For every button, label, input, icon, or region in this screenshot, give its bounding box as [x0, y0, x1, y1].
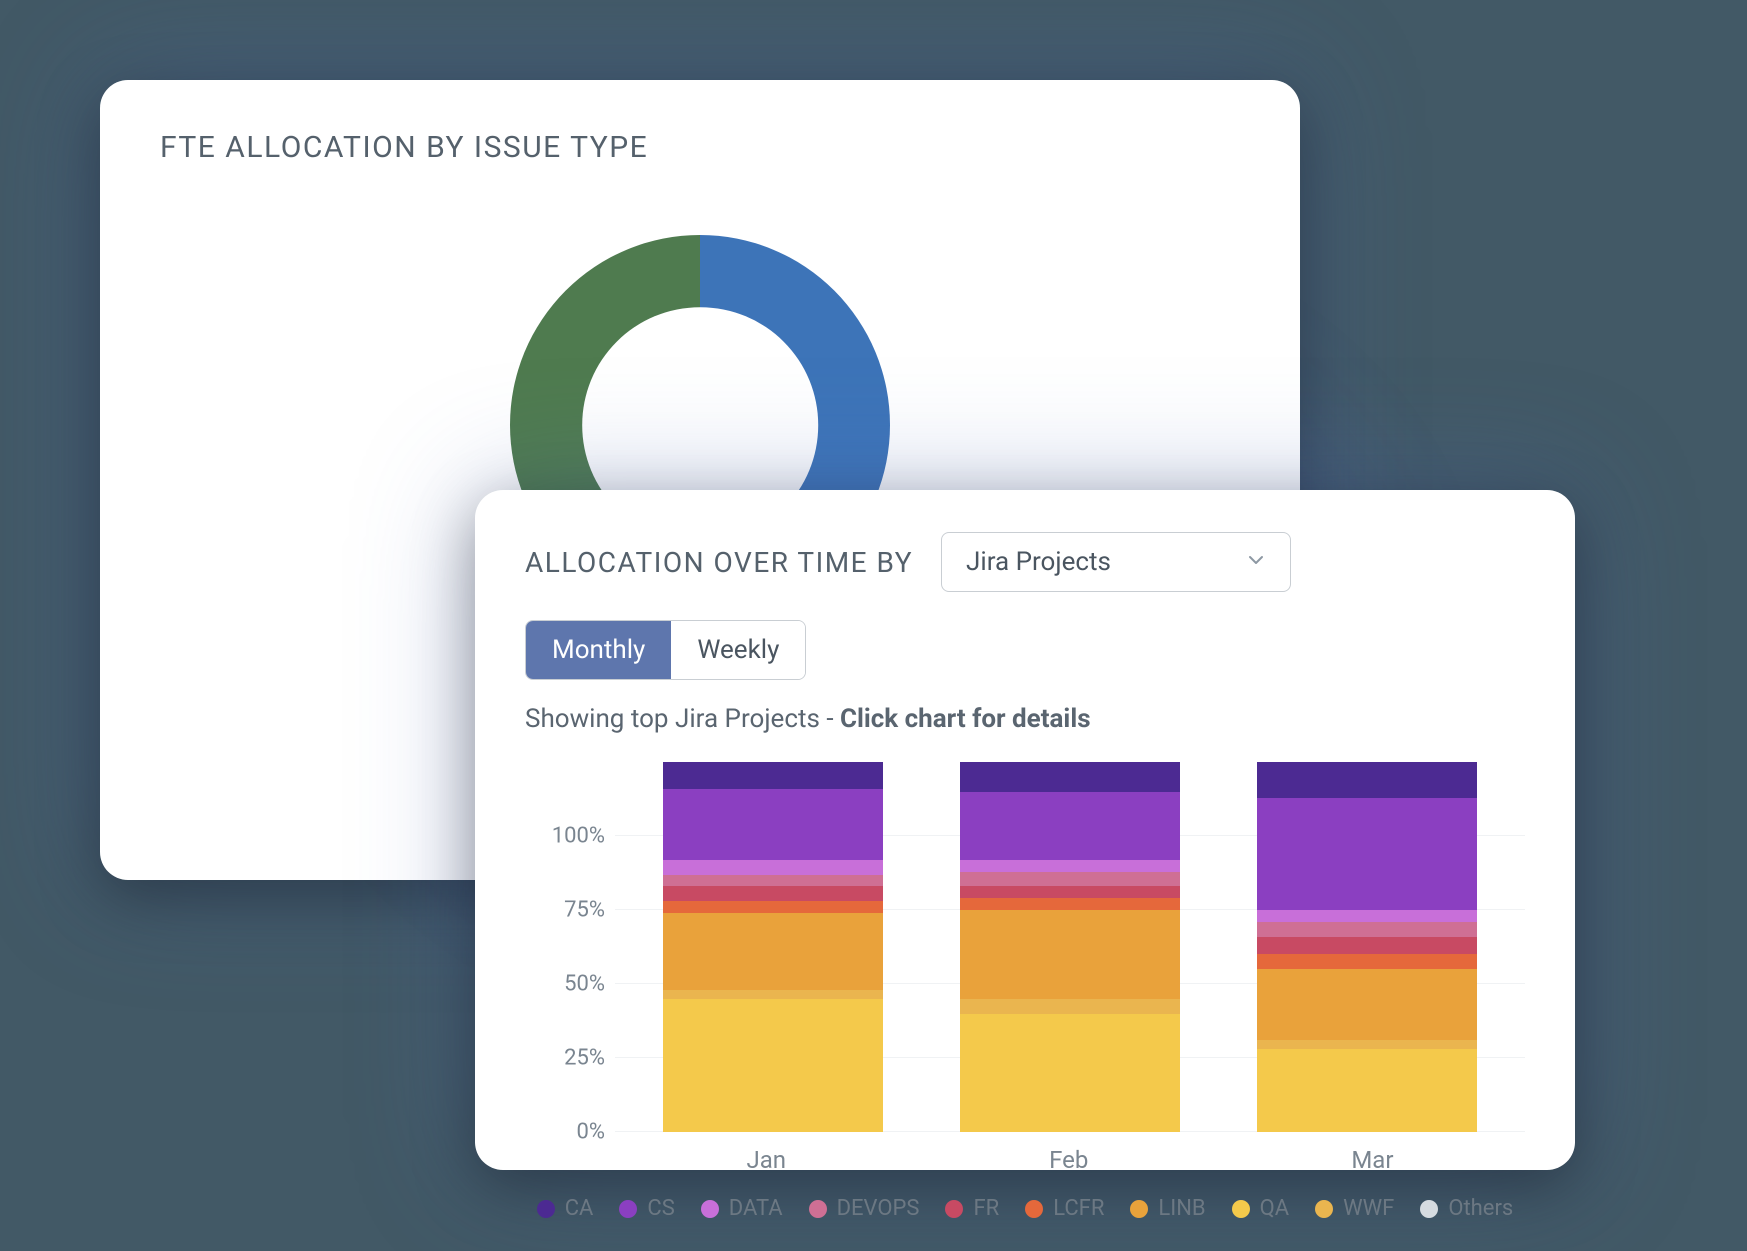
bar-segment-wwf — [1257, 1040, 1477, 1049]
legend-label: CA — [565, 1196, 594, 1221]
bar-mar[interactable] — [1257, 762, 1477, 1132]
legend-item-lcfr[interactable]: LCFR — [1025, 1196, 1104, 1221]
legend-label: FR — [973, 1196, 999, 1221]
legend-swatch — [619, 1200, 637, 1218]
card2-legend: CA CS DATA DEVOPS FR LCFR LINB QA WWF Others — [525, 1196, 1525, 1221]
legend-label: Others — [1448, 1196, 1513, 1221]
bar-segment-wwf — [960, 999, 1180, 1014]
bar-segment-data — [960, 860, 1180, 872]
bar-segment-cs — [960, 792, 1180, 860]
legend-label: DATA — [729, 1196, 783, 1221]
bar-segment-data — [663, 860, 883, 875]
chevron-down-icon — [1246, 547, 1266, 577]
card2-title: ALLOCATION OVER TIME BY — [525, 546, 913, 579]
toggle-weekly[interactable]: Weekly — [671, 621, 805, 679]
bars-area — [615, 762, 1525, 1132]
y-axis: 0%25%50%75%100% — [525, 762, 615, 1132]
legend-item-linb[interactable]: LINB — [1130, 1196, 1205, 1221]
card1-title: FTE ALLOCATION BY ISSUE TYPE — [160, 130, 1240, 165]
bar-segment-ca — [663, 762, 883, 789]
bar-segment-qa — [663, 999, 883, 1132]
bar-segment-lcfr — [663, 901, 883, 913]
stacked-bar-chart[interactable]: 0%25%50%75%100% — [525, 762, 1525, 1132]
legend-item-ca[interactable]: CA — [537, 1196, 594, 1221]
legend-swatch — [809, 1200, 827, 1218]
y-tick-label: 0% — [577, 1120, 605, 1145]
legend-label: LINB — [1158, 1196, 1205, 1221]
subtitle-bold: Click chart for details — [840, 704, 1091, 734]
bar-segment-fr — [1257, 937, 1477, 955]
x-tick-label: Jan — [747, 1146, 787, 1174]
time-granularity-toggle: Monthly Weekly — [525, 620, 806, 680]
legend-item-wwf[interactable]: WWF — [1315, 1196, 1394, 1221]
legend-swatch — [1130, 1200, 1148, 1218]
bar-segment-fr — [663, 886, 883, 901]
legend-item-data[interactable]: DATA — [701, 1196, 783, 1221]
bar-jan[interactable] — [663, 762, 883, 1132]
y-tick-label: 50% — [564, 972, 605, 997]
dimension-select-value: Jira Projects — [966, 547, 1111, 577]
bar-segment-linb — [960, 910, 1180, 999]
legend-label: CS — [647, 1196, 674, 1221]
bar-segment-lcfr — [960, 898, 1180, 910]
y-tick-label: 100% — [552, 824, 605, 849]
legend-item-others[interactable]: Others — [1420, 1196, 1513, 1221]
legend-label: DEVOPS — [837, 1196, 920, 1221]
bar-segment-qa — [960, 1014, 1180, 1132]
bar-segment-fr — [960, 886, 1180, 898]
legend-swatch — [945, 1200, 963, 1218]
toggle-monthly[interactable]: Monthly — [526, 621, 671, 679]
x-tick-label: Mar — [1351, 1146, 1393, 1174]
legend-swatch — [1315, 1200, 1333, 1218]
bar-segment-linb — [663, 913, 883, 990]
x-tick-label: Feb — [1049, 1146, 1088, 1174]
legend-label: LCFR — [1053, 1196, 1104, 1221]
legend-item-qa[interactable]: QA — [1232, 1196, 1290, 1221]
subtitle-prefix: Showing top Jira Projects - — [525, 704, 840, 734]
y-tick-label: 75% — [564, 898, 605, 923]
bar-segment-devops — [960, 872, 1180, 887]
legend-swatch — [701, 1200, 719, 1218]
card-allocation-over-time: ALLOCATION OVER TIME BY Jira Projects Mo… — [475, 490, 1575, 1170]
legend-swatch — [1420, 1200, 1438, 1218]
x-axis-categories: Jan Feb Mar — [615, 1146, 1525, 1174]
bar-segment-ca — [1257, 762, 1477, 798]
legend-item-fr[interactable]: FR — [945, 1196, 999, 1221]
legend-swatch — [1025, 1200, 1043, 1218]
bar-segment-cs — [663, 789, 883, 860]
bar-feb[interactable] — [960, 762, 1180, 1132]
legend-item-cs[interactable]: CS — [619, 1196, 674, 1221]
legend-swatch — [1232, 1200, 1250, 1218]
legend-label: QA — [1260, 1196, 1290, 1221]
legend-label: WWF — [1343, 1196, 1394, 1221]
dimension-select[interactable]: Jira Projects — [941, 532, 1291, 592]
bar-segment-devops — [1257, 922, 1477, 937]
legend-swatch — [537, 1200, 555, 1218]
bar-segment-ca — [960, 762, 1180, 792]
bar-segment-data — [1257, 910, 1477, 922]
card2-subtitle: Showing top Jira Projects - Click chart … — [525, 704, 1525, 734]
bar-segment-devops — [663, 875, 883, 887]
y-tick-label: 25% — [564, 1046, 605, 1071]
bar-segment-cs — [1257, 798, 1477, 910]
bar-segment-lcfr — [1257, 954, 1477, 969]
bar-segment-wwf — [663, 990, 883, 999]
bar-segment-qa — [1257, 1049, 1477, 1132]
legend-item-devops[interactable]: DEVOPS — [809, 1196, 920, 1221]
bar-segment-linb — [1257, 969, 1477, 1040]
